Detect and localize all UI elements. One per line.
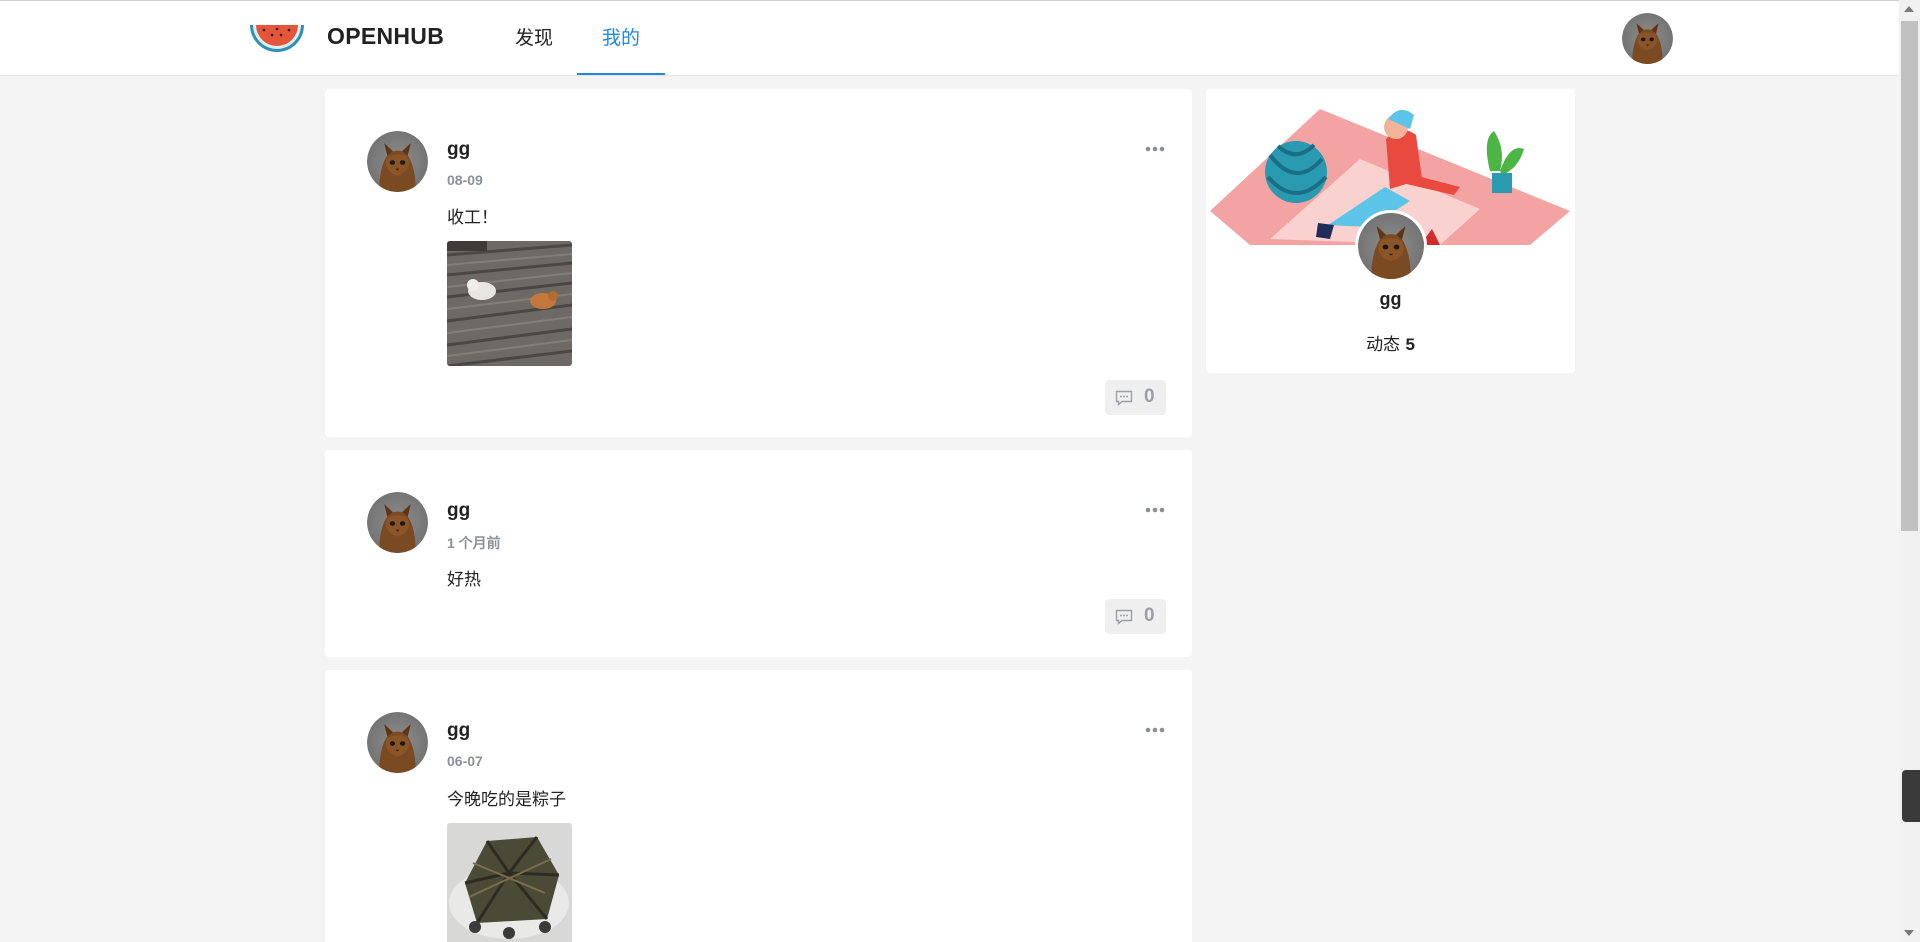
comment-count: 0 xyxy=(1144,605,1155,626)
post-text: 好热 xyxy=(447,570,481,590)
tab-discover[interactable]: 发现 xyxy=(502,1,566,75)
comment-count: 0 xyxy=(1144,386,1155,407)
scroll-down-arrow-icon[interactable] xyxy=(1904,930,1914,936)
watermelon-logo[interactable] xyxy=(248,21,306,55)
floating-side-widget[interactable] xyxy=(1902,770,1920,822)
post-author-name[interactable]: gg xyxy=(447,139,470,161)
scrollbar-thumb[interactable] xyxy=(1901,21,1918,531)
post-image-zongzi[interactable] xyxy=(447,823,572,942)
post-author-name[interactable]: gg xyxy=(447,500,470,522)
user-avatar-button[interactable] xyxy=(1622,13,1673,64)
comment-icon xyxy=(1115,609,1133,625)
post-author-avatar[interactable] xyxy=(367,712,428,773)
post-time: 06-07 xyxy=(447,753,483,769)
more-dots-icon[interactable] xyxy=(1143,724,1167,736)
scroll-up-arrow-icon[interactable] xyxy=(1904,6,1914,12)
post-time: 08-09 xyxy=(447,172,483,188)
post-text: 今晚吃的是粽子 xyxy=(447,790,566,810)
profile-stats: 动态 5 xyxy=(1206,330,1575,355)
comment-button[interactable]: 0 xyxy=(1105,380,1166,415)
post-author-avatar[interactable] xyxy=(367,131,428,192)
post-image-cats-on-roof[interactable] xyxy=(447,241,572,366)
post-card: gg 1 个月前 好热 0 xyxy=(325,450,1192,657)
profile-name[interactable]: gg xyxy=(1206,289,1575,310)
stats-label: 动态 xyxy=(1366,335,1401,355)
tab-mine[interactable]: 我的 xyxy=(577,1,665,75)
more-dots-icon[interactable] xyxy=(1143,143,1167,155)
post-card: gg 08-09 收工！ 0 xyxy=(325,89,1192,437)
post-author-avatar[interactable] xyxy=(367,492,428,553)
profile-avatar[interactable] xyxy=(1355,210,1427,282)
more-dots-icon[interactable] xyxy=(1143,504,1167,516)
profile-card: gg 动态 5 xyxy=(1206,89,1575,373)
post-time: 1 个月前 xyxy=(447,535,501,551)
post-text: 收工！ xyxy=(447,208,498,228)
comment-icon xyxy=(1115,390,1133,406)
comment-button[interactable]: 0 xyxy=(1105,599,1166,634)
top-navigation-bar: OPENHUB 发现 我的 xyxy=(0,0,1899,76)
stats-count: 5 xyxy=(1405,335,1415,354)
brand-name[interactable]: OPENHUB xyxy=(327,23,444,50)
post-card: gg 06-07 今晚吃的是粽子 xyxy=(325,670,1192,942)
post-author-name[interactable]: gg xyxy=(447,720,470,742)
